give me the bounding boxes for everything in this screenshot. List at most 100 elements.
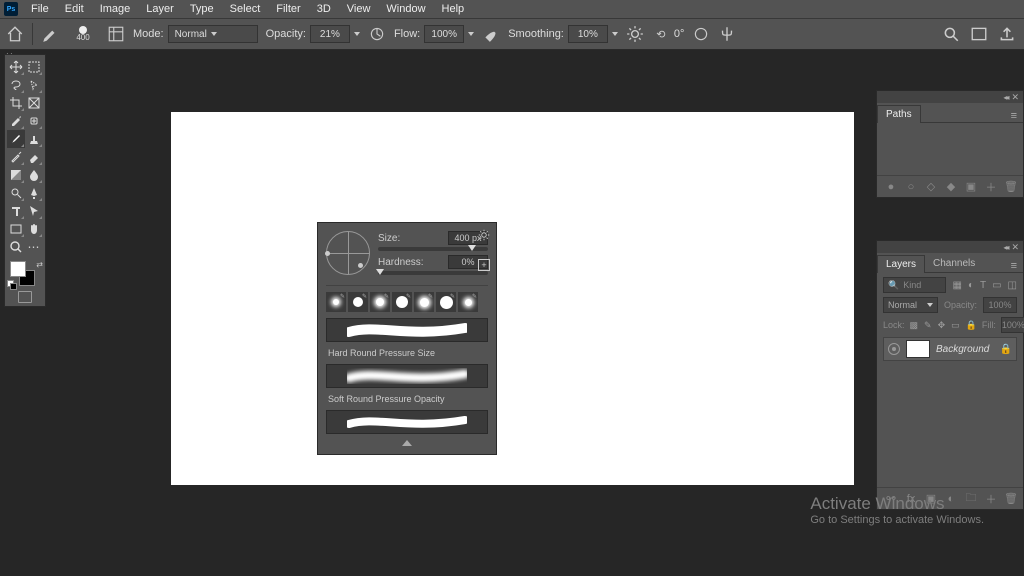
menu-3d[interactable]: 3D: [310, 1, 338, 17]
tool-preset-icon[interactable]: [41, 25, 59, 43]
brush-settings-icon[interactable]: [107, 25, 125, 43]
lock-transparency-icon[interactable]: ▩: [910, 320, 919, 331]
mask-icon[interactable]: ▣: [965, 181, 977, 193]
filter-type-icon[interactable]: T: [980, 280, 986, 291]
lock-position-icon[interactable]: ✥: [938, 320, 946, 331]
move-tool[interactable]: [7, 58, 25, 76]
zoom-tool[interactable]: [7, 238, 25, 256]
airbrush-icon[interactable]: [482, 25, 500, 43]
menu-image[interactable]: Image: [93, 1, 138, 17]
eyedropper-tool[interactable]: [7, 112, 25, 130]
brush-preset-soft-large[interactable]: ✎: [414, 292, 434, 312]
close-icon[interactable]: ✕: [1011, 242, 1019, 253]
size-slider[interactable]: [378, 247, 488, 251]
panel-menu-icon[interactable]: ≡: [1005, 110, 1023, 122]
blend-mode-select[interactable]: Normal: [168, 25, 258, 43]
smoothing-options-icon[interactable]: [626, 25, 644, 43]
fill-input[interactable]: 100%: [1001, 317, 1024, 333]
brush-preset-extra[interactable]: ✎: [458, 292, 478, 312]
filter-smart-icon[interactable]: ◫: [1008, 280, 1017, 291]
frame-tool[interactable]: [25, 94, 43, 112]
trash-icon[interactable]: 🗑: [1005, 181, 1017, 193]
stroke-path-icon[interactable]: ○: [905, 181, 917, 193]
new-path-icon[interactable]: ＋: [985, 181, 997, 193]
layer-name[interactable]: Background: [936, 344, 989, 355]
blur-tool[interactable]: [25, 166, 43, 184]
lasso-tool[interactable]: [7, 76, 25, 94]
hand-tool[interactable]: [25, 220, 43, 238]
layer-row-background[interactable]: Background 🔒: [883, 337, 1017, 361]
lock-artboard-icon[interactable]: ▭: [951, 320, 960, 331]
healing-brush-tool[interactable]: [25, 112, 43, 130]
stroke-preview[interactable]: [326, 410, 488, 434]
default-colors-icon[interactable]: [7, 280, 15, 288]
edit-toolbar[interactable]: ⋯: [25, 238, 43, 256]
chevron-down-icon[interactable]: [468, 32, 474, 36]
trash-icon[interactable]: 🗑: [1005, 493, 1017, 505]
tab-paths[interactable]: Paths: [877, 105, 921, 123]
brush-preset-hard-small[interactable]: ✎: [348, 292, 368, 312]
search-icon[interactable]: [942, 25, 960, 43]
new-brush-preset-icon[interactable]: +: [478, 259, 490, 271]
menu-filter[interactable]: Filter: [269, 1, 307, 17]
pen-tool[interactable]: [25, 184, 43, 202]
path-to-selection-icon[interactable]: ◇: [925, 181, 937, 193]
flow-input[interactable]: 100%: [424, 25, 464, 43]
menu-file[interactable]: File: [24, 1, 56, 17]
pressure-size-icon[interactable]: [692, 25, 710, 43]
home-icon[interactable]: [6, 25, 24, 43]
workspace-switcher-icon[interactable]: [970, 25, 988, 43]
chevron-down-icon[interactable]: [354, 32, 360, 36]
tab-layers[interactable]: Layers: [877, 255, 925, 273]
pressure-opacity-icon[interactable]: [368, 25, 386, 43]
menu-select[interactable]: Select: [223, 1, 268, 17]
filter-shape-icon[interactable]: ▭: [992, 280, 1001, 291]
rectangle-tool[interactable]: [7, 220, 25, 238]
layer-filter-search[interactable]: 🔍 Kind: [883, 277, 946, 293]
brush-tool[interactable]: [7, 130, 25, 148]
symmetry-icon[interactable]: [718, 25, 736, 43]
layer-opacity-input[interactable]: 100%: [983, 297, 1017, 313]
swap-colors-icon[interactable]: ⇄: [36, 260, 43, 269]
menu-edit[interactable]: Edit: [58, 1, 91, 17]
stroke-preview[interactable]: [326, 364, 488, 388]
lock-all-icon[interactable]: 🔒: [966, 320, 977, 331]
smoothing-input[interactable]: 10%: [568, 25, 608, 43]
foreground-color-swatch[interactable]: [10, 261, 26, 277]
chevron-down-icon[interactable]: [612, 32, 618, 36]
brush-preset-soft-small[interactable]: ✎: [326, 292, 346, 312]
opacity-input[interactable]: 21%: [310, 25, 350, 43]
eraser-tool[interactable]: [25, 148, 43, 166]
menu-help[interactable]: Help: [435, 1, 472, 17]
panel-collapse-bar[interactable]: ◂◂ ✕: [877, 241, 1023, 253]
close-icon[interactable]: ✕: [1011, 92, 1019, 103]
panel-collapse-bar[interactable]: ◂◂ ✕: [877, 91, 1023, 103]
menu-view[interactable]: View: [340, 1, 378, 17]
brush-angle-control[interactable]: [326, 231, 370, 275]
fill-path-icon[interactable]: ●: [885, 181, 897, 193]
document-canvas[interactable]: [171, 112, 854, 485]
dodge-tool[interactable]: [7, 184, 25, 202]
filter-adjust-icon[interactable]: ◐: [968, 280, 974, 291]
angle-value[interactable]: 0°: [674, 28, 685, 40]
layer-thumbnail[interactable]: [906, 340, 930, 358]
tab-channels[interactable]: Channels: [925, 255, 983, 272]
gear-icon[interactable]: [478, 229, 490, 244]
filter-pixel-icon[interactable]: ▦: [952, 280, 961, 291]
menu-type[interactable]: Type: [183, 1, 221, 17]
type-tool[interactable]: [7, 202, 25, 220]
brush-preset-hard-large[interactable]: ✎: [436, 292, 456, 312]
layer-blend-select[interactable]: Normal: [883, 297, 938, 313]
history-brush-tool[interactable]: [7, 148, 25, 166]
standard-mode-icon[interactable]: [18, 291, 32, 303]
selection-to-path-icon[interactable]: ◆: [945, 181, 957, 193]
share-icon[interactable]: [998, 25, 1016, 43]
brush-preset-picker[interactable]: 400: [67, 26, 99, 42]
crop-tool[interactable]: [7, 94, 25, 112]
menu-layer[interactable]: Layer: [139, 1, 181, 17]
gradient-tool[interactable]: [7, 166, 25, 184]
new-layer-icon[interactable]: ＋: [985, 493, 997, 505]
brush-preset-hard-med[interactable]: ✎: [392, 292, 412, 312]
lock-icon[interactable]: 🔒: [1000, 344, 1012, 355]
path-select-tool[interactable]: [25, 202, 43, 220]
